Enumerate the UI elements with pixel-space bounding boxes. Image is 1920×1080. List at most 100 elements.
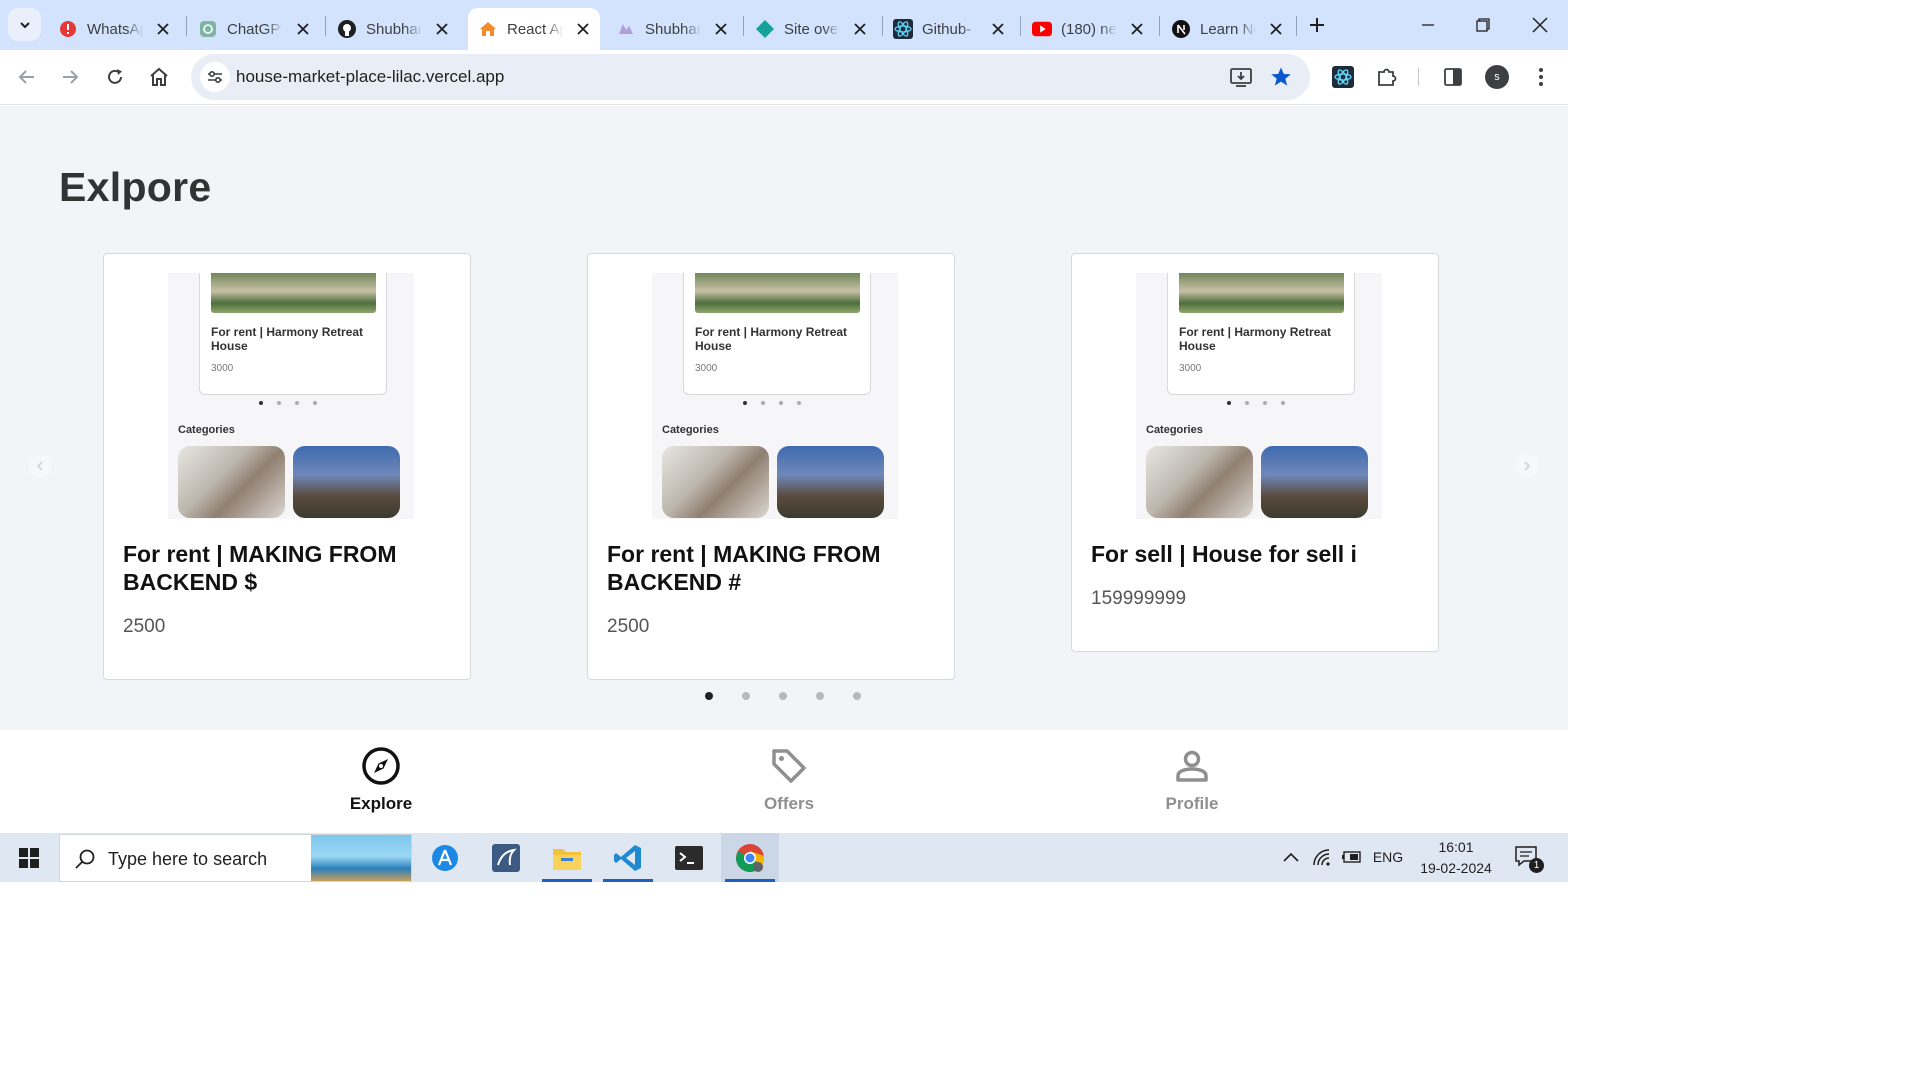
page-content: Exlpore For rent | Harmony Retreat House… — [0, 106, 1568, 730]
chrome-icon — [736, 843, 764, 872]
address-bar[interactable]: house-market-place-lilac.vercel.app — [191, 54, 1310, 100]
wifi-icon — [1313, 849, 1330, 866]
pagination-dot[interactable] — [816, 692, 824, 700]
tab-netlify[interactable]: Site overview — [755, 8, 880, 50]
browser-menu-button[interactable] — [1527, 63, 1555, 91]
pagination-dot[interactable] — [705, 692, 713, 700]
taskbar-terminal[interactable] — [660, 833, 718, 882]
tab-title: WhatsApp — [87, 20, 143, 38]
taskbar-chrome[interactable] — [721, 833, 779, 882]
preview-listing-image — [211, 273, 376, 313]
chatgpt-icon — [198, 19, 218, 39]
listing-card[interactable]: For rent | Harmony Retreat House 3000 Ca… — [587, 253, 955, 680]
netlify-icon — [755, 19, 775, 39]
install-app-button[interactable] — [1229, 65, 1253, 89]
preview-listing-image — [695, 273, 860, 313]
tab-github-react[interactable]: Github- — [893, 8, 1018, 50]
bookmark-button[interactable] — [1269, 65, 1293, 89]
preview-dot — [797, 401, 801, 405]
preview-dot — [295, 401, 299, 405]
tab-title: Learn Next — [1200, 20, 1256, 38]
close-icon[interactable] — [153, 19, 173, 39]
person-icon — [1172, 746, 1212, 786]
listing-card[interactable]: For rent | Harmony Retreat House 3000 Ca… — [103, 253, 471, 680]
bottom-navbar: Explore Offers Profile — [0, 730, 1568, 833]
network-status[interactable] — [1311, 846, 1333, 868]
tab-search-button[interactable] — [8, 8, 41, 41]
preview-listing-card: For rent | Harmony Retreat House 3000 — [1167, 273, 1355, 395]
taskbar-file-explorer[interactable] — [538, 833, 596, 882]
show-hidden-icons-button[interactable] — [1280, 846, 1302, 868]
notification-center-button[interactable]: 1 — [1514, 845, 1544, 873]
tab-github-profile[interactable]: Shubham — [337, 8, 462, 50]
close-icon[interactable] — [1266, 19, 1286, 39]
close-icon[interactable] — [573, 19, 593, 39]
home-icon — [150, 67, 168, 86]
chevron-down-icon — [19, 21, 30, 28]
taskbar-app-store[interactable] — [416, 833, 474, 882]
pagination-dot[interactable] — [742, 692, 750, 700]
minimize-button[interactable] — [1413, 10, 1443, 40]
preview-listing-card: For rent | Harmony Retreat House 3000 — [199, 273, 387, 395]
extensions-button[interactable] — [1373, 63, 1401, 91]
close-window-button[interactable] — [1525, 10, 1555, 40]
tab-youtube[interactable]: (180) new — [1032, 8, 1157, 50]
tab-nextjs[interactable]: Learn Next — [1171, 8, 1296, 50]
tab-whatsapp[interactable]: WhatsApp — [58, 8, 183, 50]
new-tab-button[interactable] — [1305, 13, 1329, 37]
close-icon — [1532, 17, 1548, 33]
preview-dot — [1245, 401, 1249, 405]
close-icon[interactable] — [711, 19, 731, 39]
taskbar-mysql-workbench[interactable] — [477, 833, 535, 882]
taskbar-search-box[interactable]: Type here to search — [59, 834, 412, 882]
nav-offers[interactable]: Offers — [729, 746, 849, 814]
profile-avatar[interactable]: s — [1485, 65, 1509, 89]
tab-react-app[interactable]: React App — [468, 8, 600, 50]
nav-explore[interactable]: Explore — [321, 746, 441, 814]
tab-portfolio[interactable]: Shubham — [616, 8, 741, 50]
url-text[interactable]: house-market-place-lilac.vercel.app — [236, 67, 504, 87]
pagination-dot[interactable] — [779, 692, 787, 700]
close-icon[interactable] — [1127, 19, 1147, 39]
restore-button[interactable] — [1468, 10, 1498, 40]
close-icon[interactable] — [850, 19, 870, 39]
preview-listing-price: 3000 — [1179, 363, 1202, 374]
forward-button[interactable] — [55, 62, 85, 92]
windows-logo-icon — [19, 847, 39, 868]
back-button[interactable] — [12, 62, 42, 92]
side-panel-button[interactable] — [1439, 63, 1467, 91]
home-button[interactable] — [144, 62, 174, 92]
whatsapp-icon — [58, 19, 78, 39]
running-indicator — [725, 879, 775, 882]
listing-card[interactable]: For rent | Harmony Retreat House 3000 Ca… — [1071, 253, 1439, 652]
start-button[interactable] — [0, 833, 58, 882]
close-icon[interactable] — [432, 19, 452, 39]
tab-title: ChatGPT — [227, 20, 283, 38]
browser-tab-bar: WhatsApp ChatGPT Shubham React App Shubh… — [0, 0, 1568, 50]
taskbar-vscode[interactable] — [599, 833, 657, 882]
listing-thumbnail: For rent | Harmony Retreat House 3000 Ca… — [123, 273, 451, 519]
carousel-next-button[interactable] — [1515, 454, 1539, 478]
close-icon[interactable] — [293, 19, 313, 39]
tab-chatgpt[interactable]: ChatGPT — [198, 8, 323, 50]
react-devtools-extension[interactable] — [1329, 63, 1357, 91]
preview-pagination — [743, 401, 801, 405]
browser-toolbar: house-market-place-lilac.vercel.app s — [0, 50, 1568, 105]
tab-separator — [186, 16, 187, 36]
preview-category-sell-image — [293, 446, 400, 518]
nav-label: Explore — [349, 794, 413, 813]
input-language[interactable]: ENG — [1371, 846, 1405, 868]
react-icon — [1332, 66, 1354, 88]
tab-separator — [743, 16, 744, 36]
preview-pagination — [259, 401, 317, 405]
carousel-pagination — [705, 692, 861, 700]
taskbar-clock[interactable]: 16:01 19-02-2024 — [1418, 837, 1494, 879]
close-icon[interactable] — [988, 19, 1008, 39]
nav-profile[interactable]: Profile — [1132, 746, 1252, 814]
pagination-dot[interactable] — [853, 692, 861, 700]
carousel-prev-button[interactable] — [28, 454, 52, 478]
battery-status[interactable] — [1339, 846, 1363, 868]
arrow-left-icon — [18, 70, 34, 84]
reload-button[interactable] — [100, 62, 130, 92]
site-info-button[interactable] — [200, 62, 230, 92]
